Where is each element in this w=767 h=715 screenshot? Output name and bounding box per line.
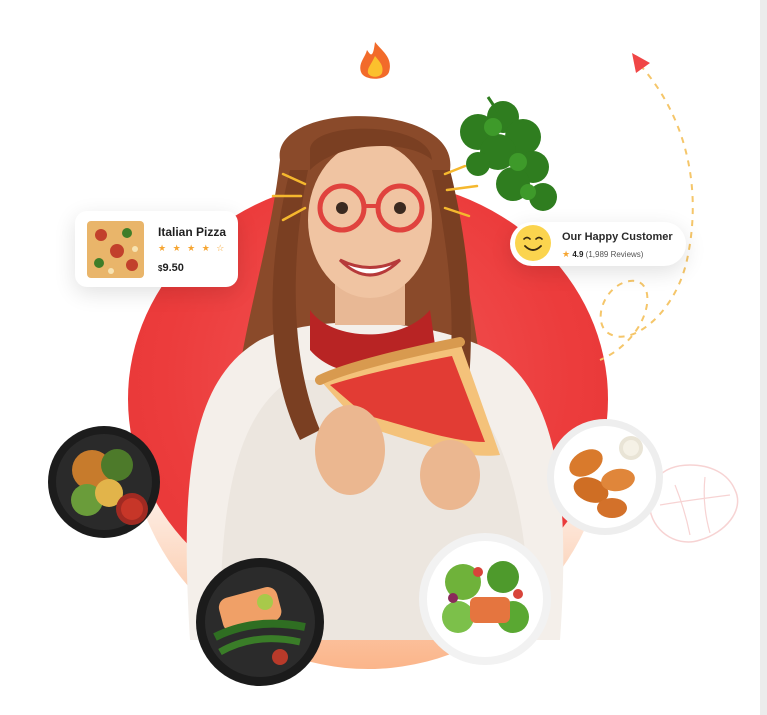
happy-customer-badge[interactable]: Our Happy Customer ★ 4.9 (1,989 Reviews) — [510, 222, 686, 266]
arrow-icon — [632, 53, 650, 73]
grain-bowl-plate — [48, 426, 160, 538]
product-title: Italian Pizza — [158, 225, 227, 239]
salmon-greens-plate — [196, 558, 324, 686]
star-icon: ★ ★ ★ ★ ☆ — [158, 243, 227, 253]
customer-title: Our Happy Customer — [562, 231, 673, 243]
hero-illustration: Italian Pizza ★ ★ ★ ★ ☆ $9.50 Our Happy … — [0, 0, 760, 715]
customer-rating: ★ 4.9 (1,989 Reviews) — [562, 249, 643, 260]
page-scrollbar[interactable] — [760, 0, 767, 715]
product-price: $9.50 — [158, 262, 184, 274]
pizza-thumbnail — [87, 221, 144, 278]
review-count: (1,989 Reviews) — [585, 250, 644, 259]
fire-icon — [360, 42, 390, 79]
price-value: 9.50 — [162, 262, 184, 274]
product-card[interactable]: Italian Pizza ★ ★ ★ ★ ☆ $9.50 — [75, 211, 238, 287]
parsley-garnish — [460, 96, 557, 211]
salad-salmon-plate — [419, 533, 551, 665]
star-icon: ★ — [562, 249, 571, 259]
rating-value: 4.9 — [572, 250, 584, 259]
grilled-chicken-plate — [547, 419, 663, 535]
dashed-arrow-path — [599, 53, 694, 361]
smiley-icon — [515, 225, 551, 261]
